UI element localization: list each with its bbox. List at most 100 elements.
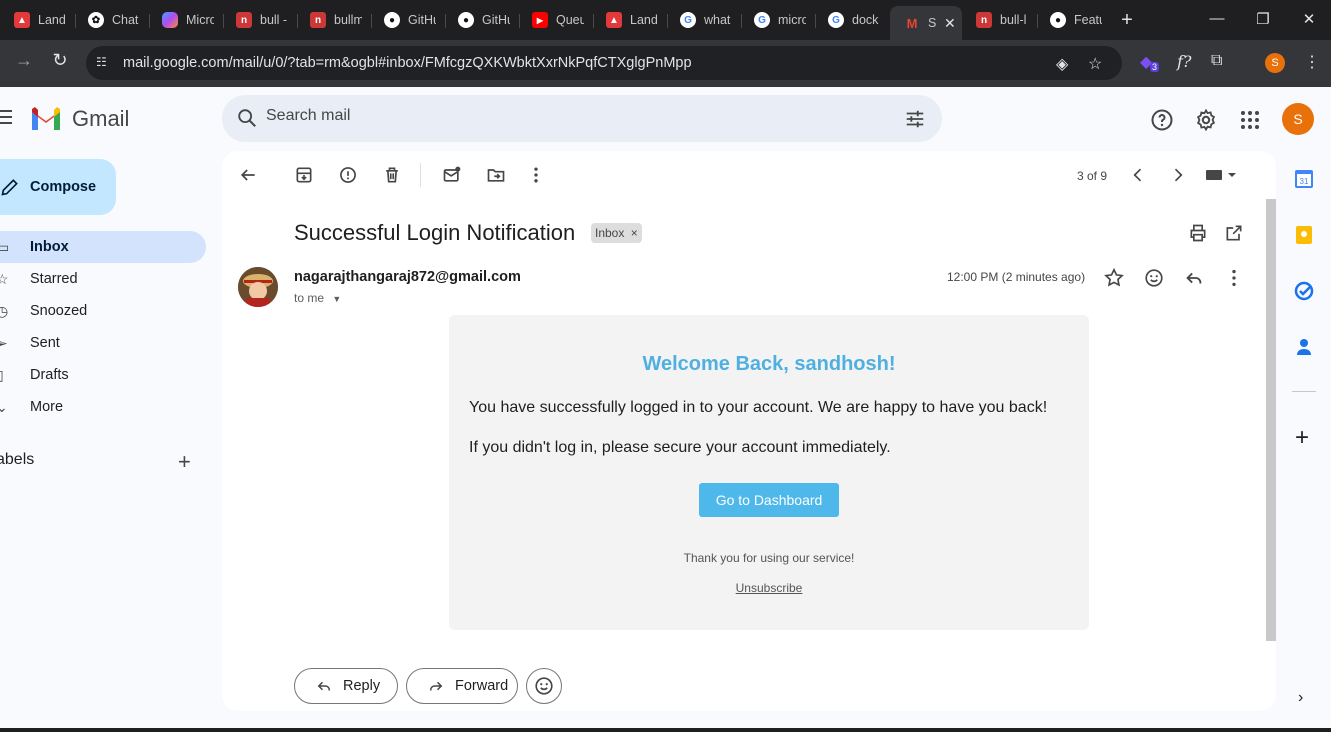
remove-label-icon[interactable]: × <box>631 226 638 240</box>
add-label-button[interactable]: + <box>178 449 191 475</box>
browser-tab[interactable]: ▲ Land <box>592 6 658 34</box>
browser-tab-active[interactable]: M S ✕ <box>890 6 962 40</box>
puzzle-extensions-icon[interactable]: ⧉ <box>1211 52 1222 70</box>
main-menu-icon[interactable] <box>0 110 12 128</box>
npm-icon: n <box>236 12 252 28</box>
close-window-button[interactable]: ✕ <box>1299 10 1319 28</box>
browser-tab[interactable]: G what <box>666 6 732 34</box>
get-add-ons-button[interactable]: + <box>1295 424 1309 452</box>
reply-icon <box>317 681 330 691</box>
reload-button[interactable]: ↻ <box>48 50 72 71</box>
nav-item-starred[interactable]: ☆ Starred <box>0 263 206 295</box>
extension-icon[interactable]: ◆ 3 <box>1140 52 1160 72</box>
address-bar[interactable]: ☷ mail.google.com/mail/u/0/?tab=rm&ogbl#… <box>86 46 1122 80</box>
compose-button[interactable]: Compose <box>0 159 116 215</box>
tab-label: GitHu <box>408 13 436 27</box>
browser-tab[interactable]: n bullm <box>296 6 362 34</box>
forward-button[interactable]: Forward <box>406 668 518 704</box>
github-icon: ● <box>384 12 400 28</box>
calendar-icon[interactable]: 31 <box>1294 169 1314 189</box>
account-avatar[interactable]: S <box>1282 103 1314 135</box>
gmail-logo-icon[interactable] <box>30 106 62 130</box>
forward-label: Forward <box>455 678 509 694</box>
scrollbar[interactable] <box>1266 199 1276 641</box>
input-tools-keyboard-icon[interactable] <box>1204 165 1238 185</box>
caret-down-icon[interactable]: ▼ <box>332 294 341 304</box>
browser-profile-avatar[interactable]: S <box>1265 53 1285 73</box>
nav-item-sent[interactable]: ➢ Sent <box>0 327 206 359</box>
install-app-icon[interactable]: ◈ <box>1056 54 1068 74</box>
tab-label: what <box>704 13 731 27</box>
emoji-reaction-button[interactable] <box>526 668 562 704</box>
browser-tab[interactable]: ● GitHu <box>444 6 510 34</box>
reply-button[interactable]: Reply <box>294 668 398 704</box>
open-new-window-icon[interactable] <box>1224 223 1244 243</box>
new-tab-button[interactable]: + <box>1117 9 1137 32</box>
browser-tab[interactable]: ▶ Queu <box>518 6 584 34</box>
browser-tab[interactable]: G micro <box>740 6 806 34</box>
browser-tab[interactable]: G dock <box>814 6 880 34</box>
browser-tab[interactable]: n bull-l <box>962 6 1028 34</box>
browser-tab[interactable]: Micro <box>148 6 214 34</box>
recipient-details[interactable]: to me ▼ <box>294 291 341 305</box>
gmail-logo-text: Gmail <box>72 106 130 131</box>
forward-button[interactable]: → <box>12 50 36 71</box>
go-to-dashboard-button[interactable]: Go to Dashboard <box>699 483 839 517</box>
sender-email[interactable]: nagarajthangaraj872@gmail.com <box>294 269 521 285</box>
search-input[interactable] <box>266 107 866 125</box>
recipient-text: to me <box>294 291 325 305</box>
tasks-icon[interactable] <box>1294 281 1314 301</box>
github-icon: ● <box>458 12 474 28</box>
apps-grid-icon[interactable] <box>1238 108 1262 132</box>
star-icon[interactable] <box>1103 267 1125 289</box>
contacts-icon[interactable] <box>1294 337 1314 357</box>
smiley-icon <box>535 677 553 695</box>
nav-item-more[interactable]: ⌄ More <box>0 391 206 423</box>
browser-menu-icon[interactable]: ⋮ <box>1304 52 1320 72</box>
browser-tab[interactable]: ● Featu <box>1036 6 1102 34</box>
gmail-icon: M <box>906 15 918 31</box>
hide-side-panel-icon[interactable]: › <box>1298 689 1303 707</box>
keep-icon[interactable] <box>1294 225 1314 245</box>
restore-button[interactable]: ❐ <box>1253 10 1273 28</box>
older-chevron-right-icon[interactable] <box>1168 165 1188 185</box>
taskbar-edge <box>0 728 1331 732</box>
close-icon[interactable]: ✕ <box>944 15 956 32</box>
nav-item-snoozed[interactable]: ◷ Snoozed <box>0 295 206 327</box>
nav-item-drafts[interactable]: ▯ Drafts <box>0 359 206 391</box>
reply-icon[interactable] <box>1183 267 1205 289</box>
search-options-icon[interactable] <box>904 108 926 130</box>
site-info-icon[interactable]: ☷ <box>96 55 112 71</box>
back-arrow-icon[interactable] <box>238 165 258 185</box>
more-vertical-icon[interactable] <box>526 165 546 185</box>
browser-tab[interactable]: ▲ Land <box>0 6 66 34</box>
google-icon: G <box>828 12 844 28</box>
bookmark-star-icon[interactable]: ☆ <box>1088 54 1102 74</box>
mark-unread-icon[interactable] <box>442 165 462 185</box>
archive-icon[interactable] <box>294 165 314 185</box>
unsubscribe-link[interactable]: Unsubscribe <box>449 581 1089 595</box>
print-icon[interactable] <box>1188 223 1208 243</box>
browser-tab[interactable]: n bull - <box>222 6 288 34</box>
thanks-text: Thank you for using our service! <box>683 551 855 565</box>
delete-icon[interactable] <box>382 165 402 185</box>
compose-label: Compose <box>30 179 97 195</box>
nav-item-inbox[interactable]: ▭ Inbox <box>0 231 206 263</box>
formula-extension-icon[interactable]: f? <box>1177 52 1192 71</box>
add-reaction-icon[interactable] <box>1143 267 1165 289</box>
minimize-button[interactable]: — <box>1207 10 1227 27</box>
search-icon[interactable] <box>236 107 258 129</box>
settings-gear-icon[interactable] <box>1194 108 1218 132</box>
newer-chevron-left-icon[interactable] <box>1128 165 1148 185</box>
inbox-label-chip[interactable]: Inbox × <box>591 223 642 243</box>
sender-avatar[interactable] <box>238 267 278 307</box>
report-spam-icon[interactable] <box>338 165 358 185</box>
tab-label: Land <box>38 13 66 27</box>
more-vertical-icon[interactable] <box>1223 267 1245 289</box>
browser-tab[interactable]: ● GitHu <box>370 6 436 34</box>
search-bar <box>222 95 942 142</box>
move-to-icon[interactable] <box>486 165 506 185</box>
help-icon[interactable] <box>1150 108 1174 132</box>
inbox-icon: ▭ <box>0 239 10 255</box>
browser-tab[interactable]: ✿ Chat <box>74 6 140 34</box>
